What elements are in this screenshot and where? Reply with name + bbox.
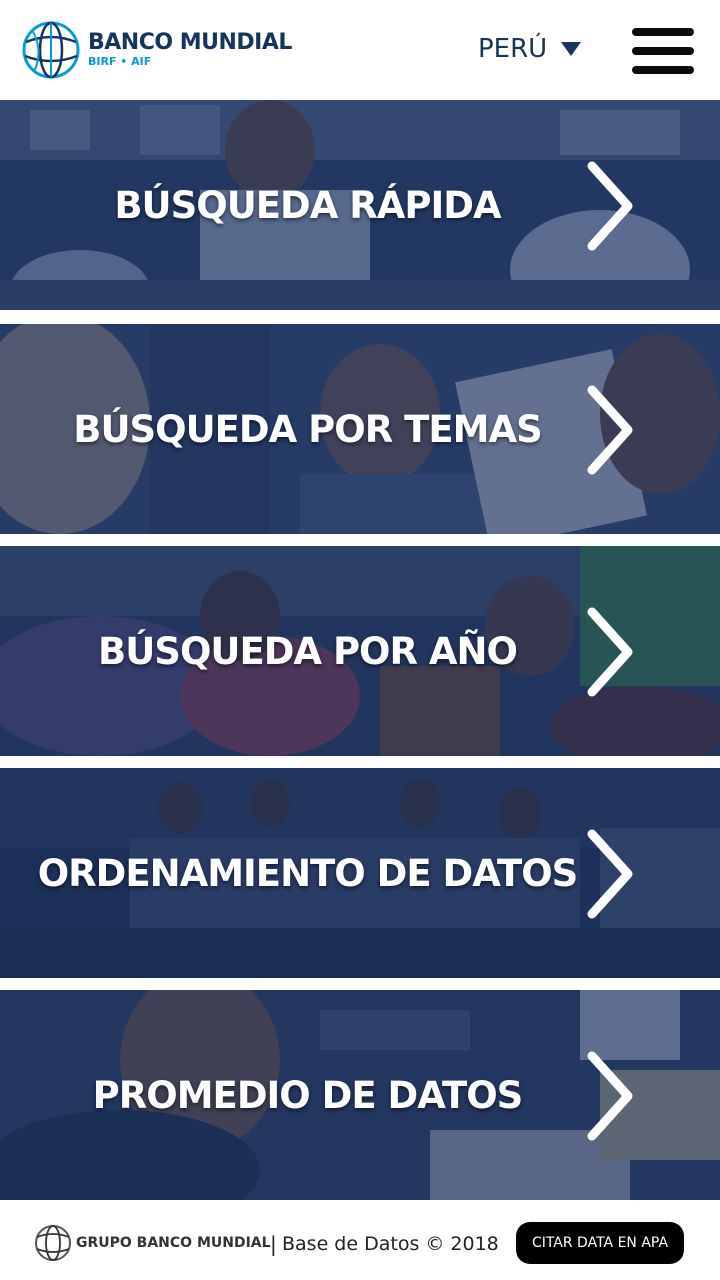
tile-busqueda-rapida[interactable]: BÚSQUEDA RÁPIDA (0, 100, 720, 310)
app-header: BANCO MUNDIAL BIRF • AIF PERÚ (0, 0, 720, 100)
logo-text: BANCO MUNDIAL BIRF • AIF (88, 31, 292, 69)
tile-label: ORDENAMIENTO DE DATOS (37, 851, 579, 895)
tile-promedio-de-datos[interactable]: PROMEDIO DE DATOS (0, 990, 720, 1200)
chevron-right-icon (587, 1051, 633, 1141)
tile-busqueda-por-temas[interactable]: BÚSQUEDA POR TEMAS (0, 324, 720, 534)
logo-subtitle: BIRF • AIF (88, 55, 152, 68)
footer-brand: GRUPO BANCO MUNDIAL (76, 1235, 271, 1251)
tile-label: PROMEDIO DE DATOS (92, 1073, 524, 1117)
hamburger-menu-button[interactable] (632, 28, 694, 74)
caret-down-icon (561, 42, 582, 56)
globe-logo-icon (35, 1225, 71, 1261)
logo-title: BANCO MUNDIAL (88, 30, 292, 55)
country-selector[interactable]: PERÚ (478, 34, 582, 64)
world-bank-logo[interactable]: BANCO MUNDIAL BIRF • AIF (22, 20, 292, 80)
chevron-right-icon (587, 161, 633, 251)
country-label: PERÚ (478, 34, 548, 64)
chevron-right-icon (587, 607, 633, 697)
globe-logo-icon (22, 21, 80, 79)
tile-label: BÚSQUEDA RÁPIDA (114, 183, 501, 227)
tile-busqueda-por-ano[interactable]: BÚSQUEDA POR AÑO (0, 546, 720, 756)
tile-label: BÚSQUEDA POR TEMAS (73, 407, 542, 451)
menu-bar (632, 28, 694, 36)
chevron-right-icon (587, 385, 633, 475)
footer-separator: | (270, 1232, 277, 1256)
menu-bar (632, 47, 694, 55)
menu-bar (632, 66, 694, 74)
tile-label: BÚSQUEDA POR AÑO (98, 629, 518, 673)
app-footer: GRUPO BANCO MUNDIAL | Base de Datos © 20… (0, 1202, 720, 1280)
footer-copyright: Base de Datos © 2018 (282, 1233, 499, 1255)
tile-ordenamiento-de-datos[interactable]: ORDENAMIENTO DE DATOS (0, 768, 720, 978)
chevron-right-icon (587, 829, 633, 919)
cite-apa-button[interactable]: CITAR DATA EN APA (516, 1222, 684, 1264)
footer-logo[interactable]: GRUPO BANCO MUNDIAL (34, 1224, 271, 1262)
